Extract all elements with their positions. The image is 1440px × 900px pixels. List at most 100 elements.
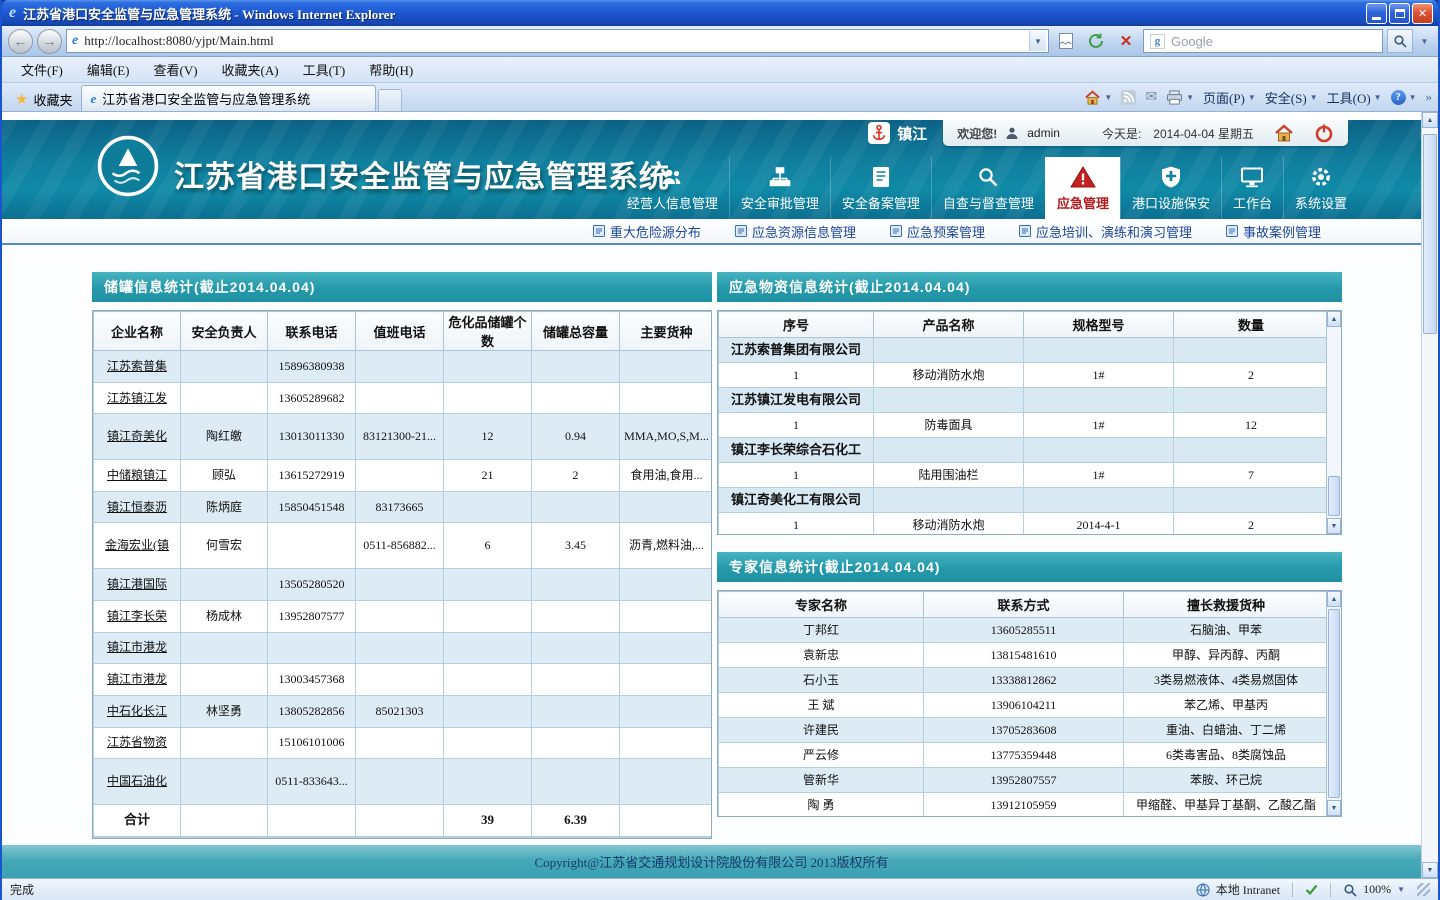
table-cell[interactable]: 镇江奇美化: [93, 413, 181, 461]
table-cell[interactable]: 镇江市港龙: [93, 631, 181, 665]
page-menu-label: 页面(P): [1202, 90, 1245, 106]
zoom-level[interactable]: 100%: [1363, 882, 1391, 897]
table-cell: 2: [1173, 362, 1326, 388]
safety-menu-button[interactable]: 安全(S) ▼: [1265, 88, 1318, 107]
table-cell: [355, 568, 444, 601]
feeds-button[interactable]: [1121, 89, 1137, 105]
menu-view[interactable]: 查看(V): [143, 57, 209, 82]
table-cell[interactable]: 镇江恒泰沥: [93, 490, 181, 524]
scroll-up-icon[interactable]: ▲: [1327, 311, 1341, 327]
window-titlebar: e 江苏省港口安全监管与应急管理系统 - Windows Internet Ex…: [2, 0, 1438, 26]
submenu-training-drill[interactable]: 应急培训、演练和演习管理: [1018, 222, 1192, 241]
magnifier-icon: [976, 164, 1000, 190]
scrollbar-track[interactable]: [1327, 607, 1341, 800]
home-button[interactable]: ▼: [1084, 89, 1112, 105]
submenu-accident-cases[interactable]: 事故案例管理: [1225, 222, 1321, 241]
logout-button[interactable]: [1314, 123, 1334, 143]
table-cell: [1023, 387, 1174, 413]
compatibility-view-button[interactable]: [1053, 28, 1079, 54]
scrollbar-track[interactable]: [1327, 327, 1341, 518]
new-tab-button[interactable]: [378, 89, 403, 111]
table-cell[interactable]: 江苏镇江发: [93, 381, 181, 415]
nav-item-self-inspection[interactable]: 自查与督查管理: [930, 157, 1045, 219]
table-cell: 13013011330: [267, 413, 356, 461]
menu-favorites[interactable]: 收藏夹(A): [211, 57, 290, 82]
menu-file[interactable]: 文件(F): [10, 57, 74, 82]
favorites-button[interactable]: ★ 收藏夹: [6, 87, 81, 111]
menu-edit[interactable]: 编辑(E): [76, 57, 141, 82]
address-dropdown[interactable]: ▼: [1029, 31, 1046, 51]
submenu-resource-info[interactable]: 应急资源信息管理: [734, 222, 856, 241]
table-cell[interactable]: 金海宏业(镇: [93, 522, 181, 570]
minimize-button[interactable]: [1366, 2, 1387, 24]
address-bar[interactable]: e http://localhost:8080/yjpt/Main.html ▼: [66, 29, 1049, 53]
table-cell: [619, 663, 711, 696]
scroll-down-icon[interactable]: ▼: [1327, 800, 1341, 816]
page-scrollbar[interactable]: ▲ ▼: [1421, 112, 1438, 878]
nav-item-safety-filing[interactable]: 安全备案管理: [829, 157, 931, 219]
nav-item-system-settings[interactable]: 系统设置: [1282, 157, 1358, 219]
nav-item-emergency-management[interactable]: 应急管理: [1044, 157, 1120, 219]
scrollbar-track[interactable]: [1422, 128, 1438, 862]
table-cell[interactable]: 江苏省物资: [93, 726, 181, 760]
close-button[interactable]: ✕: [1412, 2, 1433, 24]
scroll-up-icon[interactable]: ▲: [1422, 112, 1438, 128]
forward-button[interactable]: →: [37, 28, 62, 54]
tools-menu-button[interactable]: 工具(O) ▼: [1327, 88, 1382, 107]
table-cell: [443, 631, 532, 665]
search-box[interactable]: g Google: [1143, 29, 1383, 53]
table-cell[interactable]: 镇江市港龙: [93, 663, 181, 696]
nav-item-safety-approval[interactable]: 安全审批管理: [728, 157, 830, 219]
table-cell[interactable]: 江苏索普集: [93, 350, 181, 383]
table-cell[interactable]: 镇江李长荣: [93, 599, 181, 633]
menu-tools[interactable]: 工具(T): [292, 57, 357, 82]
print-button[interactable]: ▼: [1166, 89, 1194, 105]
scroll-down-icon[interactable]: ▼: [1422, 862, 1438, 878]
nav-item-workbench[interactable]: 工作台: [1220, 157, 1283, 219]
nav-item-port-security[interactable]: 港口设施保安: [1119, 157, 1221, 219]
table-cell: [267, 522, 356, 570]
favorites-bar: ★ 收藏夹 e 江苏省港口安全监管与应急管理系统 ▼ ✉ ▼ 页面(P) ▼ 安…: [2, 83, 1438, 112]
submenu-hazard-distribution[interactable]: 重大危险源分布: [592, 222, 701, 241]
back-button[interactable]: ←: [8, 28, 33, 54]
overflow-chevron-icon[interactable]: »: [1426, 89, 1433, 105]
submenu-emergency-plan[interactable]: 应急预案管理: [889, 222, 985, 241]
refresh-button[interactable]: [1083, 28, 1109, 54]
scroll-up-icon[interactable]: ▲: [1327, 591, 1341, 607]
submenu-label: 应急培训、演练和演习管理: [1035, 224, 1192, 240]
supplies-table-scrollbar[interactable]: ▲ ▼: [1326, 311, 1341, 534]
home-shortcut-button[interactable]: [1274, 124, 1294, 142]
table-cell: 15850451548: [267, 490, 356, 524]
column-header: 数量: [1173, 311, 1326, 338]
scroll-down-icon[interactable]: ▼: [1327, 518, 1341, 534]
search-dropdown[interactable]: ▼: [1417, 29, 1432, 53]
table-cell: [873, 337, 1024, 363]
nav-label: 安全备案管理: [841, 196, 920, 211]
scrollbar-thumb[interactable]: [1328, 476, 1340, 516]
table-cell[interactable]: 中石化长江: [93, 694, 181, 728]
zone-label: 本地 Intranet: [1215, 883, 1281, 897]
date-label: 今天是:: [1101, 126, 1142, 141]
page-menu-button[interactable]: 页面(P) ▼: [1203, 88, 1256, 107]
table-cell: [873, 487, 1024, 513]
scrollbar-thumb[interactable]: [1423, 134, 1437, 334]
zoom-dropdown-icon[interactable]: ▼: [1397, 885, 1405, 894]
nav-item-operator-info[interactable]: 经营人信息管理: [616, 157, 729, 219]
table-row: 镇江李长荣综合石化工: [718, 437, 1326, 463]
stop-button[interactable]: ✕: [1113, 28, 1139, 54]
resize-grip[interactable]: [1417, 883, 1430, 896]
table-cell[interactable]: 镇江港国际: [93, 568, 181, 601]
column-header: 产品名称: [873, 311, 1024, 338]
table-cell: [619, 599, 711, 633]
table-cell[interactable]: 中储粮镇江: [93, 459, 181, 492]
active-tab[interactable]: e 江苏省港口安全监管与应急管理系统: [81, 85, 377, 111]
help-button[interactable]: ? ▼: [1390, 89, 1417, 105]
experts-table-scrollbar[interactable]: ▲ ▼: [1326, 591, 1341, 816]
scrollbar-thumb[interactable]: [1328, 609, 1340, 798]
table-cell: [355, 758, 444, 805]
maximize-button[interactable]: [1389, 2, 1410, 24]
menu-help[interactable]: 帮助(H): [358, 57, 424, 82]
table-cell[interactable]: 中国石油化: [93, 758, 181, 805]
read-mail-button[interactable]: ✉: [1145, 89, 1157, 106]
search-button[interactable]: [1387, 29, 1413, 53]
